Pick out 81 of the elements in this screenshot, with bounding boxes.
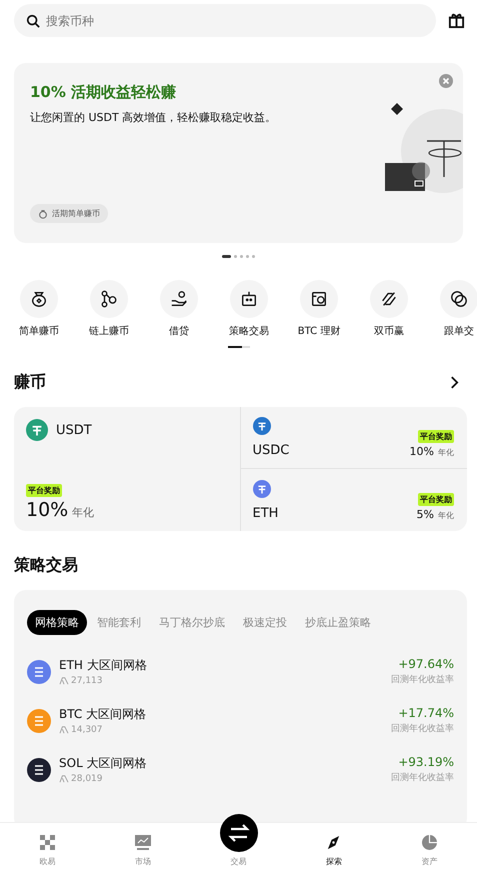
shortcut-item[interactable]: BTC 理财	[284, 280, 354, 338]
strategy-row[interactable]: SOL 大区间网格 28,019 +93.19% 回测年化收益率	[27, 745, 454, 794]
nav-item[interactable]: 资产	[382, 823, 477, 875]
reward-badge: 平台奖励	[418, 430, 454, 443]
reward-badge: 平台奖励	[26, 484, 62, 497]
promo-tag[interactable]: 活期简单赚币	[30, 204, 108, 223]
user-count: 27,113	[71, 676, 102, 686]
return-value: +97.64%	[398, 657, 454, 671]
strategy-row[interactable]: ETH 大区间网格 27,113 +97.64% 回测年化收益率	[27, 647, 454, 696]
compass-icon	[326, 835, 342, 850]
shortcut-label: 跟单交	[444, 324, 474, 338]
shortcut-item[interactable]: 双币赢	[354, 280, 424, 338]
tag-label: 活期简单赚币	[52, 208, 100, 219]
nav-item[interactable]: 探索	[286, 823, 382, 875]
nav-label: 交易	[230, 856, 247, 867]
strategy-tab[interactable]: 网格策略	[27, 610, 87, 635]
shortcut-item[interactable]: 策略交易	[214, 280, 284, 338]
nav-label: 欧易	[40, 856, 56, 867]
grid-icon	[40, 835, 56, 850]
shortcut-label: 双币赢	[374, 324, 404, 338]
shortcut-item[interactable]: 借贷	[144, 280, 214, 338]
shortcut-label: 策略交易	[229, 324, 269, 338]
hand-coin-icon	[170, 290, 188, 308]
close-icon[interactable]	[439, 74, 453, 88]
user-count: 28,019	[71, 774, 102, 784]
earn-product[interactable]: ETH 平台奖励 5% 年化	[240, 469, 467, 531]
return-value: +17.74%	[398, 706, 454, 720]
search-icon	[26, 14, 40, 28]
nav-label: 探索	[326, 856, 342, 867]
coin-name: USDC	[252, 443, 290, 458]
earn-product[interactable]: USDT 平台奖励 10% 年化	[14, 407, 240, 531]
search-field[interactable]: 搜索币种	[14, 4, 436, 37]
chevron-right-icon[interactable]	[450, 376, 459, 389]
chart-icon	[135, 835, 152, 850]
return-value: +93.19%	[398, 755, 454, 769]
strategy-name: SOL 大区间网格	[59, 755, 148, 772]
nav-label: 市场	[135, 856, 152, 867]
shortcut-label: 链上赚币	[89, 324, 129, 338]
shortcut-label: 借贷	[169, 324, 189, 338]
promo-subtitle: 让您闲置的 USDT 高效增值，轻松赚取稳定收益。	[30, 110, 278, 125]
shortcut-label: BTC 理财	[298, 324, 340, 338]
rate-unit: 年化	[438, 447, 454, 458]
nav-item[interactable]: 市场	[95, 823, 191, 875]
rate-value: 10%	[26, 499, 68, 521]
strategy-name: ETH 大区间网格	[59, 657, 148, 674]
strategy-row[interactable]: BTC 大区间网格 14,307 +17.74% 回测年化收益率	[27, 696, 454, 745]
return-caption: 回测年化收益率	[391, 722, 454, 735]
return-caption: 回测年化收益率	[391, 674, 454, 686]
page-dot[interactable]	[234, 255, 237, 258]
network-icon	[100, 290, 118, 308]
rate-unit: 年化	[72, 505, 94, 520]
robot-icon	[240, 290, 258, 308]
rate-value: 5%	[416, 508, 434, 521]
safe-icon	[310, 290, 328, 308]
shortcut-item[interactable]: 链上赚币	[74, 280, 144, 338]
shortcut-item[interactable]: 跟单交	[424, 280, 477, 338]
promo-title: 10% 活期收益轻松赚	[30, 83, 178, 102]
reward-badge: 平台奖励	[418, 493, 454, 506]
user-count: 14,307	[71, 725, 102, 735]
rate-unit: 年化	[438, 510, 454, 521]
nav-item[interactable]: 交易	[190, 807, 286, 875]
section-title: 赚币	[14, 372, 46, 393]
gift-icon[interactable]	[448, 12, 465, 29]
page-dot[interactable]	[252, 255, 255, 258]
pie-chart-icon	[422, 835, 437, 850]
page-dot[interactable]	[240, 255, 243, 258]
page-dot[interactable]	[246, 255, 249, 258]
coins-icon	[450, 290, 468, 308]
coin-name: USDT	[56, 422, 92, 438]
promo-banner[interactable]: 10% 活期收益轻松赚 让您闲置的 USDT 高效增值，轻松赚取稳定收益。 活期简单赚币	[14, 63, 463, 243]
section-title: 策略交易	[14, 555, 78, 576]
coin-name: ETH	[252, 506, 278, 521]
nav-label: 资产	[421, 856, 438, 867]
scroll-indicator	[228, 346, 250, 348]
strategy-name: BTC 大区间网格	[59, 706, 148, 723]
rate-value: 10%	[410, 445, 434, 458]
earn-product[interactable]: USDC 平台奖励 10% 年化	[240, 407, 467, 469]
return-caption: 回测年化收益率	[391, 772, 454, 784]
nav-item[interactable]: 欧易	[0, 823, 96, 875]
shortcut-label: 简单赚币	[19, 324, 59, 338]
shortcut-item[interactable]: 简单赚币	[4, 280, 74, 338]
